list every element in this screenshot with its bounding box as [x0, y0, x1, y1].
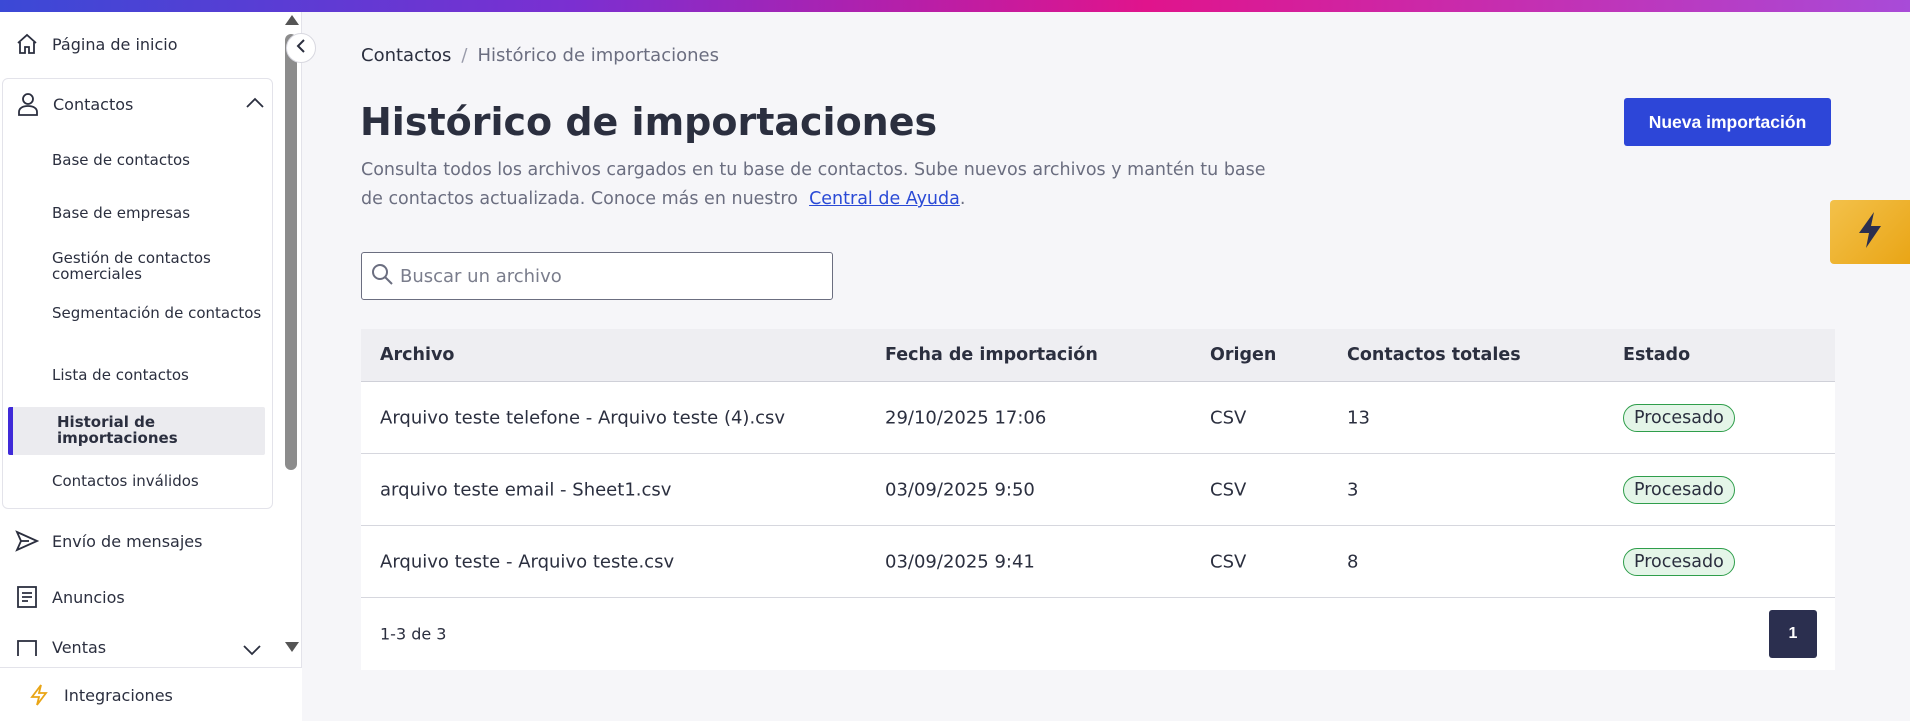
table-row[interactable]: Arquivo teste telefone - Arquivo teste (… — [361, 382, 1835, 454]
contacts-group: Contactos Base de contactos Base de empr… — [2, 78, 273, 509]
column-header-file[interactable]: Archivo — [380, 345, 454, 365]
sidebar-item-company-base[interactable]: Base de empresas — [52, 205, 262, 221]
table-footer: 1-3 de 3 1 — [361, 598, 1835, 670]
new-import-button[interactable]: Nueva importación — [1624, 98, 1831, 146]
sales-icon — [14, 638, 40, 656]
send-icon — [14, 528, 40, 554]
file-name: arquivo teste email - Sheet1.csv — [380, 479, 672, 500]
column-header-origin[interactable]: Origen — [1210, 345, 1276, 365]
column-header-status[interactable]: Estado — [1623, 345, 1690, 365]
column-header-date[interactable]: Fecha de importación — [885, 345, 1098, 365]
sidebar: Página de inicio Contactos Base de conta… — [0, 12, 302, 721]
import-date: 03/09/2025 9:41 — [885, 551, 1035, 572]
description-end: . — [959, 189, 966, 209]
sidebar-item-label: Página de inicio — [52, 34, 178, 54]
sidebar-item-ads[interactable]: Anuncios — [14, 582, 125, 612]
sidebar-item-commercial-contacts[interactable]: Gestión de contactos comerciales — [52, 250, 262, 282]
sidebar-scrollbar[interactable] — [280, 12, 302, 667]
imports-table: Archivo Fecha de importación Origen Cont… — [361, 329, 1835, 670]
origin: CSV — [1210, 479, 1247, 500]
sidebar-item-messages[interactable]: Envío de mensajes — [14, 526, 202, 556]
chevron-left-icon — [295, 38, 307, 58]
home-icon — [14, 31, 40, 57]
sidebar-item-label: Envío de mensajes — [52, 531, 203, 551]
pagination-page-button[interactable]: 1 — [1769, 610, 1817, 658]
origin: CSV — [1210, 551, 1247, 572]
breadcrumb-contacts-link[interactable]: Contactos — [361, 45, 451, 66]
collapse-sidebar-button[interactable] — [286, 33, 316, 63]
table-row[interactable]: Arquivo teste - Arquivo teste.csv 03/09/… — [361, 526, 1835, 598]
status-badge: Procesado — [1623, 475, 1735, 504]
origin: CSV — [1210, 407, 1247, 428]
search-field[interactable] — [361, 252, 833, 300]
breadcrumb: Contactos / Histórico de importaciones — [361, 45, 719, 66]
table-row[interactable]: arquivo teste email - Sheet1.csv 03/09/2… — [361, 454, 1835, 526]
status-badge: Procesado — [1623, 547, 1735, 576]
sidebar-item-invalid-contacts[interactable]: Contactos inválidos — [52, 473, 262, 489]
breadcrumb-separator: / — [461, 45, 468, 66]
sidebar-item-integrations[interactable]: Integraciones — [26, 680, 173, 710]
column-header-total[interactable]: Contactos totales — [1347, 345, 1521, 365]
chevron-down-icon[interactable] — [242, 642, 262, 656]
top-gradient-bar — [0, 0, 1910, 12]
import-date: 29/10/2025 17:06 — [885, 407, 1047, 428]
sidebar-footer: Integraciones — [0, 667, 302, 721]
scroll-down-arrow-icon[interactable] — [285, 642, 299, 652]
chevron-up-icon[interactable] — [245, 95, 265, 114]
search-icon — [370, 262, 394, 290]
lightning-icon — [26, 682, 52, 708]
sidebar-item-label: Ventas — [52, 638, 107, 656]
quick-actions-button[interactable] — [1830, 200, 1910, 264]
sidebar-item-segmentation[interactable]: Segmentación de contactos — [52, 305, 262, 321]
sidebar-item-contact-base[interactable]: Base de contactos — [52, 152, 262, 168]
import-date: 03/09/2025 9:50 — [885, 479, 1035, 500]
breadcrumb-current: Histórico de importaciones — [477, 45, 719, 66]
page-description: Consulta todos los archivos cargados en … — [361, 156, 1281, 214]
sidebar-item-import-history[interactable]: Historial de importaciones — [8, 407, 265, 455]
table-header: Archivo Fecha de importación Origen Cont… — [361, 329, 1835, 382]
file-name: Arquivo teste telefone - Arquivo teste (… — [380, 407, 786, 428]
sidebar-item-label: Contactos — [53, 94, 134, 114]
document-icon — [14, 584, 40, 610]
sidebar-item-label: Anuncios — [52, 587, 125, 607]
scroll-thumb[interactable] — [285, 34, 297, 470]
user-icon — [15, 92, 41, 116]
total-contacts: 3 — [1347, 479, 1359, 500]
sidebar-item-sales[interactable]: Ventas — [14, 638, 264, 656]
pagination-range: 1-3 de 3 — [380, 624, 447, 644]
page-title: Histórico de importaciones — [360, 100, 938, 144]
sidebar-item-contacts[interactable]: Contactos — [15, 89, 265, 119]
sidebar-item-contact-list[interactable]: Lista de contactos — [52, 367, 262, 383]
status-badge: Procesado — [1623, 403, 1735, 432]
scroll-up-arrow-icon[interactable] — [285, 15, 299, 25]
file-name: Arquivo teste - Arquivo teste.csv — [380, 551, 675, 572]
lightning-icon — [1854, 210, 1886, 254]
search-input[interactable] — [400, 265, 820, 287]
help-center-link[interactable]: Central de Ayuda — [809, 189, 960, 209]
total-contacts: 8 — [1347, 551, 1359, 572]
sidebar-item-home[interactable]: Página de inicio — [14, 29, 178, 59]
total-contacts: 13 — [1347, 407, 1370, 428]
sidebar-item-label: Integraciones — [64, 685, 173, 705]
